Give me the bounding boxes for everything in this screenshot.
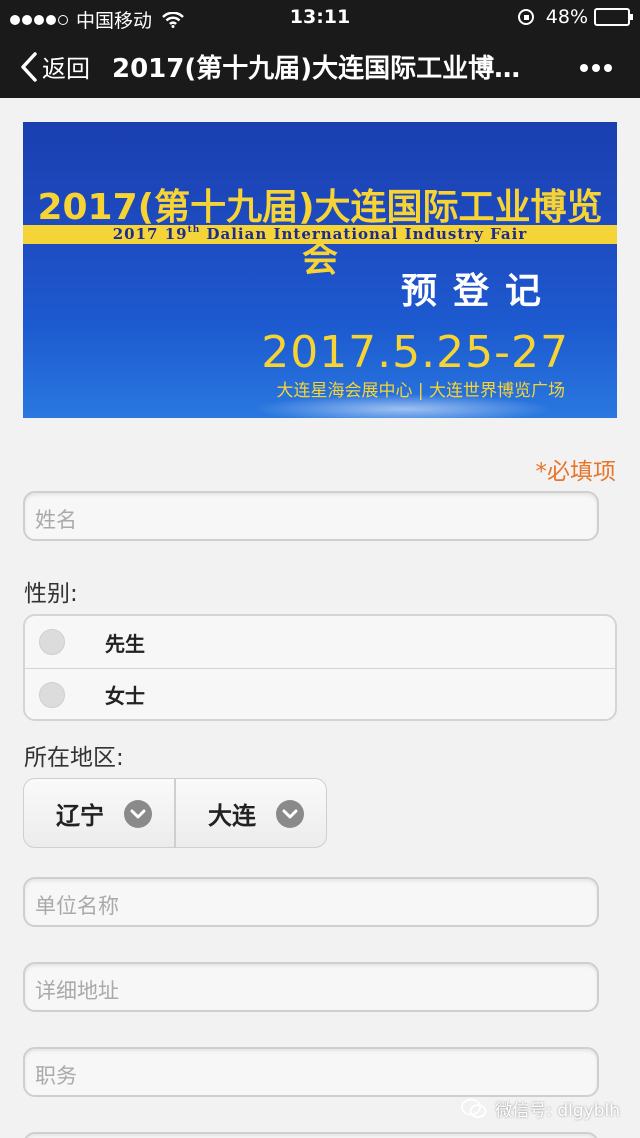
status-right: 48% (517, 6, 633, 28)
battery-icon (594, 8, 633, 26)
wechat-icon (461, 1098, 487, 1118)
back-label: 返回 (42, 55, 90, 83)
province-value: 辽宁 (56, 801, 104, 830)
rotation-lock-icon (517, 9, 534, 25)
address-input[interactable]: 详细地址 (23, 962, 599, 1012)
gender-option-mr[interactable]: 先生 (25, 616, 615, 668)
name-input[interactable]: 姓名 (23, 491, 599, 541)
banner-glow (253, 394, 553, 418)
banner-title-en-sup: th (187, 225, 201, 235)
nav-bar: 返回 2017(第十九届)大连国际工业博… (0, 34, 640, 98)
required-note: *必填项 (535, 459, 617, 485)
radio-label: 先生 (105, 631, 145, 656)
gender-radio-group: 先生 女士 (23, 614, 617, 721)
more-icon[interactable] (576, 64, 612, 72)
chevron-down-icon (276, 800, 304, 828)
back-chevron-icon (21, 51, 37, 82)
watermark-text: 微信号: dlgyblh (495, 1101, 620, 1121)
banner-prereg: 预登记 (400, 271, 557, 312)
status-bar: 中国移动 13:11 48% (0, 0, 640, 34)
banner-title-en-rest: Dalian International Industry Fair (200, 225, 528, 243)
wechat-watermark: 微信号: dlgyblh (461, 1096, 620, 1121)
gender-label: 性别: (24, 581, 78, 607)
city-value: 大连 (208, 801, 256, 830)
battery-percent: 48% (545, 6, 588, 28)
back-button[interactable]: 返回 (20, 49, 90, 84)
radio-label: 女士 (105, 684, 145, 708)
banner-title-en-prefix: 2017 19 (112, 225, 188, 243)
banner-title-en: 2017 19th Dalian International Industry … (23, 225, 617, 244)
gender-option-ms[interactable]: 女士 (25, 668, 615, 719)
province-select[interactable]: 辽宁 (23, 778, 175, 848)
chevron-down-icon (124, 800, 152, 828)
city-select[interactable]: 大连 (175, 778, 327, 848)
next-input[interactable] (23, 1132, 599, 1138)
region-label: 所在地区: (24, 745, 124, 771)
event-banner: 2017(第十九届)大连国际工业博览会 2017 19th Dalian Int… (23, 122, 617, 418)
company-input[interactable]: 单位名称 (23, 877, 599, 927)
banner-date: 2017.5.25-27 (261, 327, 569, 378)
page-title: 2017(第十九届)大连国际工业博… (112, 54, 521, 84)
radio-icon (39, 629, 65, 655)
position-input[interactable]: 职务 (23, 1047, 599, 1097)
radio-icon (39, 681, 65, 708)
